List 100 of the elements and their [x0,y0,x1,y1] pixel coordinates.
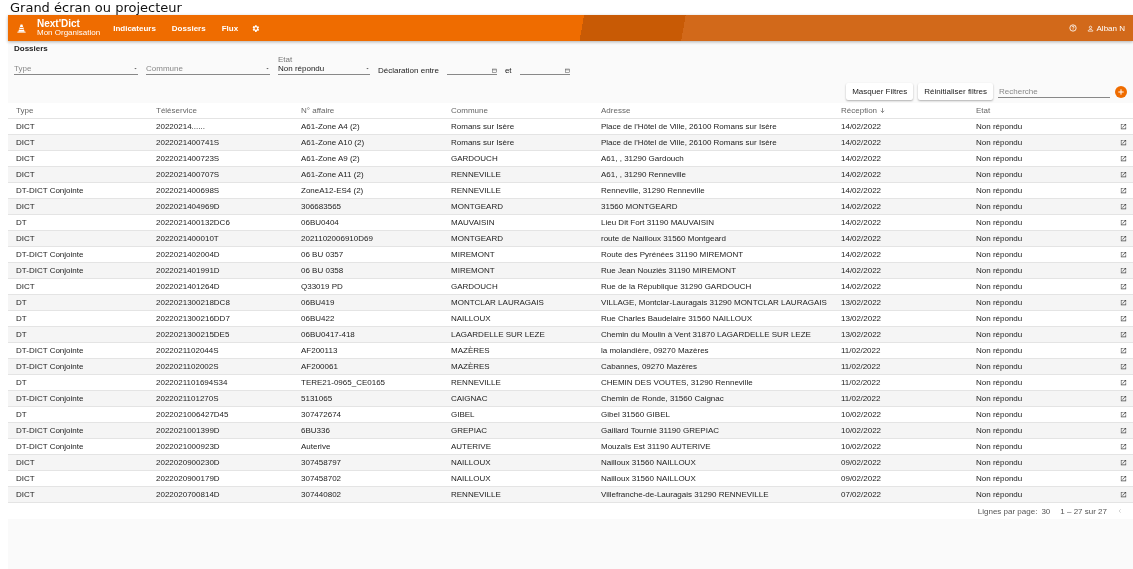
table-cell-text: 06BU422 [301,314,336,323]
date-field[interactable] [519,68,570,75]
open-in-new-icon [1120,123,1127,130]
open-in-new-icon [1120,347,1127,354]
open-button[interactable] [1120,395,1127,402]
table-cell-text: DICT [16,234,36,243]
open-button[interactable] [1120,331,1127,338]
open-button[interactable] [1120,315,1127,322]
reset-filters-button[interactable]: Réinitialiser filtres [918,83,993,100]
open-button[interactable] [1120,475,1127,482]
open-button[interactable] [1120,347,1127,354]
open-button[interactable] [1120,155,1127,162]
table-cell-text: 14/02/2022 [841,138,883,147]
search-field[interactable]: Recherche [998,85,1110,98]
table-cell-text: AF200061 [301,362,339,371]
table-cell-text: Romans sur Isère [451,122,516,131]
dropdown-caret-icon [265,66,270,71]
open-button[interactable] [1120,443,1127,450]
table-cell-text: 11/02/2022 [841,394,882,403]
nav-link[interactable]: Indicateurs [110,21,159,35]
table-cell-text: Q33019 PD [301,282,344,291]
add-button[interactable] [1115,85,1127,98]
rows-per-page-select[interactable]: 30 [1041,506,1051,516]
table-cell-text: 10/02/2022 [841,442,883,451]
open-button[interactable] [1120,235,1127,242]
open-button[interactable] [1120,283,1127,290]
table-cell-text: Non répondu [976,410,1024,419]
table-cell-text: 20220214...... [156,122,206,131]
table-cell-text: 2022021404969D [156,202,221,211]
table-cell-text: Non répondu [976,490,1024,499]
table-cell-text: 306683565 [301,202,343,211]
table-cell-text: A61-Zone A4 (2) [301,122,361,131]
open-in-new-icon [1120,203,1127,210]
dropdown-field[interactable]: Etat Non répondu [278,55,370,75]
open-button[interactable] [1120,459,1127,466]
open-in-new-icon [1120,459,1127,466]
table-cell-text: LAGARDELLE SUR LEZE [451,330,546,339]
open-button[interactable] [1120,411,1127,418]
open-button[interactable] [1120,379,1127,386]
table-cell-text: 307458702 [301,474,343,483]
open-in-new-icon [1120,171,1127,178]
table-cell-text: Gibel 31560 GIBEL [601,410,671,419]
table-cell-text: Non répondu [976,122,1024,131]
table-cell-text: 14/02/2022 [841,170,883,179]
open-button[interactable] [1120,171,1127,178]
open-button[interactable] [1120,203,1127,210]
table-cell-text: Villefranche-de-Lauragais 31290 RENNEVILLE [601,490,770,499]
table-cell-text: DICT [16,154,36,163]
table-cell-text: 07/02/2022 [841,490,883,499]
open-button[interactable] [1120,123,1127,130]
table-cell-text: route de Nailloux 31560 Montgeard [601,234,727,243]
table-cell-text: 2022021401264D [156,282,221,291]
open-button[interactable] [1120,251,1127,258]
table-cell-text: TERE21-0965_CE0165 [301,378,387,387]
date-range-label: Déclaration entre [378,66,439,75]
date-field[interactable] [446,68,497,75]
table-cell-text: 14/02/2022 [841,154,883,163]
table-cell-text: 14/02/2022 [841,250,883,259]
dropdown-caret-icon [133,66,138,71]
open-button[interactable] [1120,491,1127,498]
open-button[interactable] [1120,187,1127,194]
calendar-icon [491,68,497,73]
table-cell-text: MAZÈRES [451,346,491,355]
open-in-new-icon [1120,427,1127,434]
table-cell-text: VILLAGE, Montclar-Lauragais 31290 MONTCLAR LAURAGAIS [601,298,828,307]
open-button[interactable] [1120,427,1127,434]
open-button[interactable] [1120,363,1127,370]
table-cell-text: 2022021102002S [156,362,220,371]
table-cell-text: 2022021102044S [156,346,220,355]
table-cell-text: NAILLOUX [451,474,492,483]
table-cell-text: 2022021300218DC8 [156,298,231,307]
open-button[interactable] [1120,267,1127,274]
open-button[interactable] [1120,139,1127,146]
nav-link[interactable]: Flux [218,21,242,35]
table-cell-text: Non répondu [976,266,1024,275]
nav-link[interactable]: Dossiers [168,21,209,35]
help-icon[interactable] [1068,24,1077,32]
open-button[interactable] [1120,299,1127,306]
user-menu[interactable]: Alban N [1086,23,1125,33]
dropdown-field[interactable]: Commune [146,64,270,75]
table-cell-text: Nailloux 31560 NAILLOUX [601,458,697,467]
table-cell-text: 307440802 [301,490,343,499]
table-cell-text: 2022021400707S [156,170,221,179]
table-cell-text: Renneville, 31290 Renneville [601,186,706,195]
open-button[interactable] [1120,219,1127,226]
table-cell-text: RENNEVILLE [451,170,502,179]
plus-icon [1117,87,1125,96]
table-cell-text: 2022021400010T [156,234,220,243]
table-cell-text: Non répondu [976,282,1024,291]
table-cell-text: DICT [16,458,36,467]
table-cell-text: 11/02/2022 [841,362,882,371]
table-cell-text: 2022021400698S [156,186,221,195]
column-header[interactable]: Réception [841,106,976,115]
dropdown-field[interactable]: Type [14,64,138,75]
settings-icon[interactable] [251,23,261,33]
table-cell-text: Nailloux 31560 NAILLOUX [601,474,697,483]
table-cell-text: 13/02/2022 [841,330,883,339]
hide-filters-button[interactable]: Masquer Filtres [846,83,914,100]
open-in-new-icon [1120,395,1127,402]
table-cell-text: 06 BU 0357 [301,250,345,259]
